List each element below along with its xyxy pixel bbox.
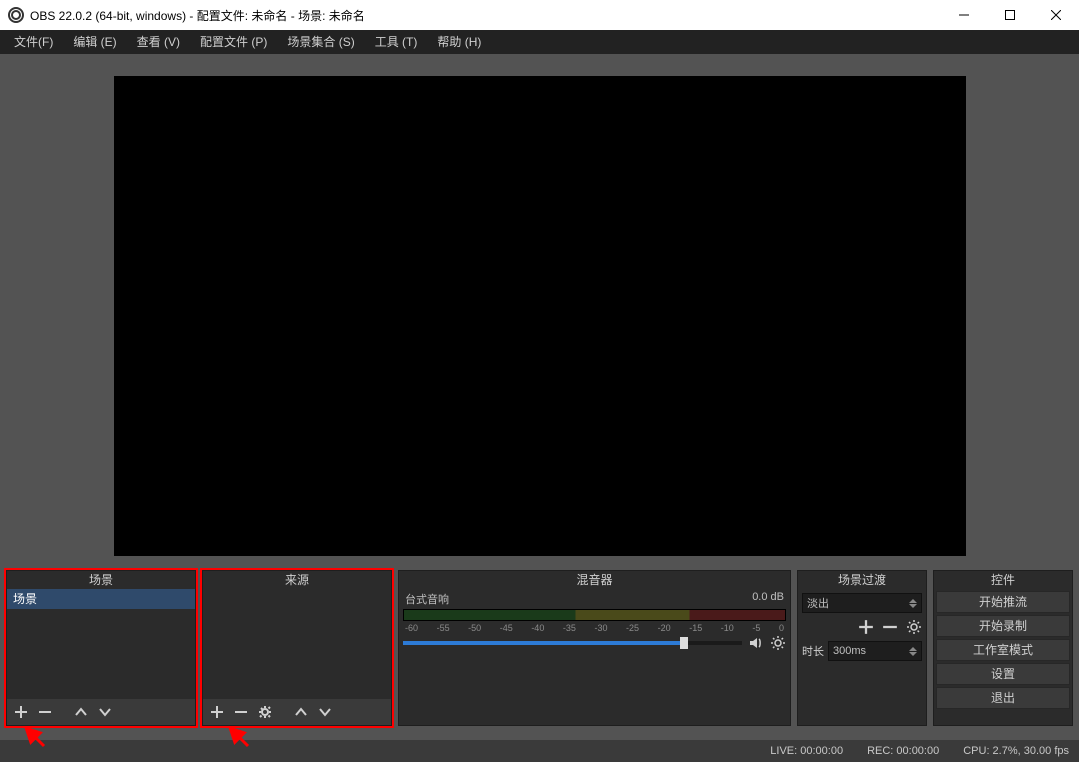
menu-file[interactable]: 文件(F) bbox=[4, 30, 63, 54]
menu-view[interactable]: 查看 (V) bbox=[127, 30, 190, 54]
remove-transition-button[interactable] bbox=[882, 619, 898, 635]
scenes-panel: 场景 场景 bbox=[6, 570, 196, 726]
mixer-panel: 混音器 台式音响 0.0 dB -60-55-50-45-40-35-30-25… bbox=[398, 570, 791, 726]
status-cpu: CPU: 2.7%, 30.00 fps bbox=[963, 745, 1069, 757]
combo-arrows-icon bbox=[909, 599, 917, 608]
speaker-icon[interactable] bbox=[748, 635, 764, 651]
menu-edit[interactable]: 编辑 (E) bbox=[63, 30, 126, 54]
duration-label: 时长 bbox=[802, 643, 824, 659]
mixer-body: 台式音响 0.0 dB -60-55-50-45-40-35-30-25-20-… bbox=[399, 589, 790, 725]
menu-help[interactable]: 帮助 (H) bbox=[427, 30, 491, 54]
spinner-arrows-icon bbox=[909, 647, 917, 656]
window-title: OBS 22.0.2 (64-bit, windows) - 配置文件: 未命名… bbox=[30, 7, 365, 24]
source-move-down-button[interactable] bbox=[315, 702, 335, 722]
preview-area bbox=[0, 54, 1079, 566]
sources-panel: 来源 bbox=[202, 570, 392, 726]
transition-mode-value: 淡出 bbox=[807, 595, 829, 611]
track-settings-icon[interactable] bbox=[770, 635, 786, 651]
maximize-button[interactable] bbox=[987, 0, 1033, 30]
mixer-track-db: 0.0 dB bbox=[752, 591, 784, 607]
transitions-panel: 场景过渡 淡出 时长 300ms bbox=[797, 570, 927, 726]
remove-source-button[interactable] bbox=[231, 702, 251, 722]
studio-mode-button[interactable]: 工作室模式 bbox=[936, 639, 1070, 661]
transition-duration-spinner[interactable]: 300ms bbox=[828, 641, 922, 661]
exit-button[interactable]: 退出 bbox=[936, 687, 1070, 709]
menu-tools[interactable]: 工具 (T) bbox=[365, 30, 428, 54]
scenes-list[interactable]: 场景 bbox=[7, 589, 195, 699]
source-properties-button[interactable] bbox=[255, 702, 275, 722]
transition-mode-combo[interactable]: 淡出 bbox=[802, 593, 922, 613]
status-rec: REC: 00:00:00 bbox=[867, 745, 939, 757]
sources-list[interactable] bbox=[203, 589, 391, 699]
window-titlebar: OBS 22.0.2 (64-bit, windows) - 配置文件: 未命名… bbox=[0, 0, 1079, 30]
close-button[interactable] bbox=[1033, 0, 1079, 30]
audio-meter bbox=[403, 609, 786, 621]
menu-scene-collection[interactable]: 场景集合 (S) bbox=[277, 30, 364, 54]
volume-slider[interactable] bbox=[403, 641, 742, 645]
sources-header: 来源 bbox=[203, 571, 391, 589]
bottom-dock: 场景 场景 来源 混音器 台式音响 0.0 dB bbox=[0, 568, 1079, 730]
status-bar: LIVE: 00:00:00 REC: 00:00:00 CPU: 2.7%, … bbox=[0, 740, 1079, 762]
meter-ticks: -60-55-50-45-40-35-30-25-20-15-10-50 bbox=[403, 623, 786, 633]
scene-item[interactable]: 场景 bbox=[7, 589, 195, 609]
scene-move-up-button[interactable] bbox=[71, 702, 91, 722]
remove-scene-button[interactable] bbox=[35, 702, 55, 722]
minimize-button[interactable] bbox=[941, 0, 987, 30]
menu-profile[interactable]: 配置文件 (P) bbox=[190, 30, 277, 54]
add-scene-button[interactable] bbox=[11, 702, 31, 722]
start-record-button[interactable]: 开始录制 bbox=[936, 615, 1070, 637]
preview-canvas[interactable] bbox=[114, 76, 966, 556]
menu-bar: 文件(F) 编辑 (E) 查看 (V) 配置文件 (P) 场景集合 (S) 工具… bbox=[0, 30, 1079, 54]
mixer-header: 混音器 bbox=[399, 571, 790, 589]
controls-panel: 控件 开始推流 开始录制 工作室模式 设置 退出 bbox=[933, 570, 1073, 726]
scene-move-down-button[interactable] bbox=[95, 702, 115, 722]
sources-toolbar bbox=[203, 699, 391, 725]
scenes-toolbar bbox=[7, 699, 195, 725]
scenes-header: 场景 bbox=[7, 571, 195, 589]
controls-header: 控件 bbox=[934, 571, 1072, 589]
mixer-track-name: 台式音响 bbox=[405, 591, 449, 607]
transitions-header: 场景过渡 bbox=[798, 571, 926, 589]
start-stream-button[interactable]: 开始推流 bbox=[936, 591, 1070, 613]
add-source-button[interactable] bbox=[207, 702, 227, 722]
transition-duration-value: 300ms bbox=[833, 645, 866, 657]
add-transition-button[interactable] bbox=[858, 619, 874, 635]
source-move-up-button[interactable] bbox=[291, 702, 311, 722]
obs-app-icon bbox=[8, 7, 24, 23]
transition-settings-button[interactable] bbox=[906, 619, 922, 635]
status-live: LIVE: 00:00:00 bbox=[770, 745, 843, 757]
settings-button[interactable]: 设置 bbox=[936, 663, 1070, 685]
